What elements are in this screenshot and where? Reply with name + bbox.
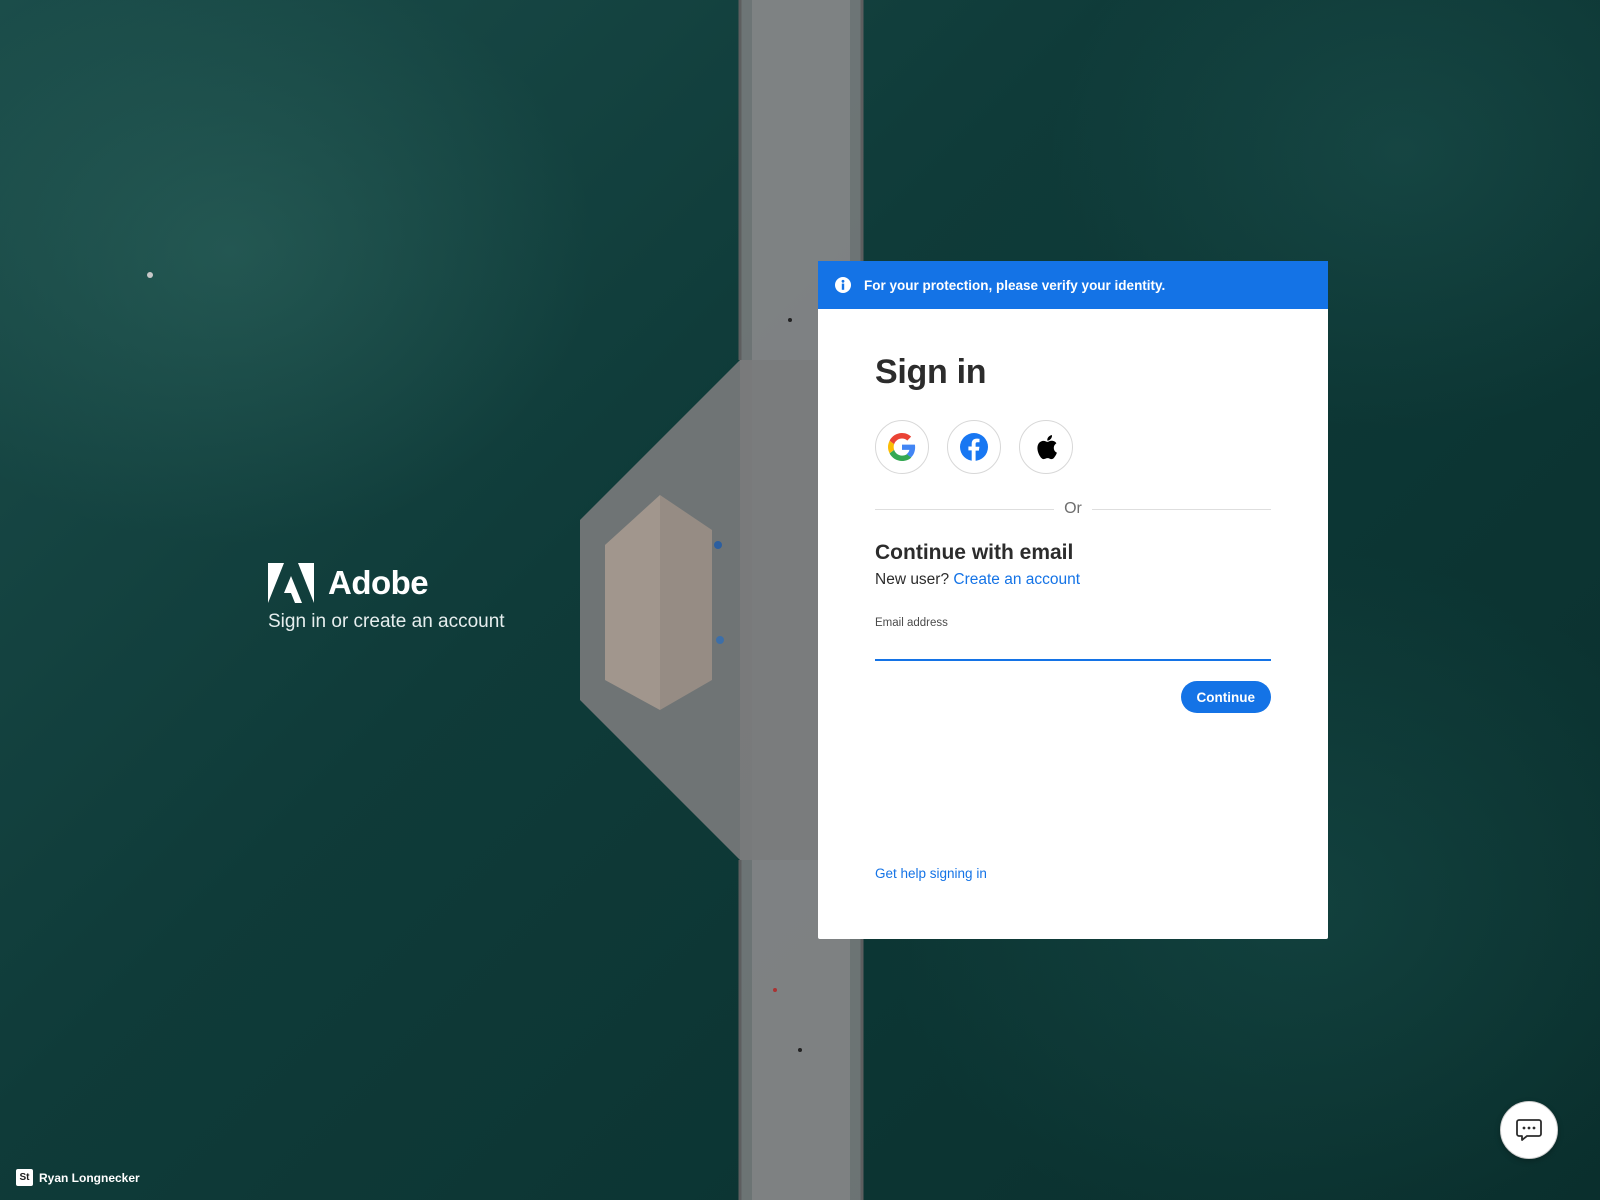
help-signin-link[interactable]: Get help signing in <box>875 866 987 881</box>
divider-text: Or <box>1064 500 1082 517</box>
create-account-link[interactable]: Create an account <box>953 571 1080 588</box>
banner-text: For your protection, please verify your … <box>864 277 1166 293</box>
facebook-signin-button[interactable] <box>947 420 1001 474</box>
new-user-prompt: New user? Create an account <box>875 571 1271 589</box>
divider-line <box>875 508 1055 510</box>
chat-button[interactable] <box>1500 1101 1558 1159</box>
adobe-logo-icon <box>268 563 314 603</box>
brand-name: Adobe <box>328 564 429 601</box>
stock-badge-icon: St <box>16 1169 33 1186</box>
google-icon <box>888 433 916 461</box>
email-field[interactable] <box>875 631 1271 661</box>
brand-row: Adobe <box>268 563 568 603</box>
apple-icon <box>1037 435 1057 460</box>
credit-author: Ryan Longnecker <box>39 1170 140 1185</box>
facebook-icon <box>960 433 988 461</box>
divider-line <box>1091 508 1271 510</box>
email-field-group: Email address <box>875 613 1271 661</box>
info-icon <box>835 277 851 293</box>
background-image <box>0 0 1600 1200</box>
or-divider: Or <box>875 499 1271 519</box>
verification-banner: For your protection, please verify your … <box>818 261 1328 309</box>
page-title: Sign in <box>875 353 987 391</box>
continue-with-email-heading: Continue with email <box>875 541 1074 564</box>
new-user-text: New user? <box>875 571 950 588</box>
social-login-row <box>875 420 1271 474</box>
brand-tagline: Sign in or create an account <box>268 611 505 632</box>
signin-card: For your protection, please verify your … <box>818 261 1328 939</box>
pier-illustration <box>147 0 864 1200</box>
google-signin-button[interactable] <box>875 420 929 474</box>
signin-form: Sign in Or Continue with email New user?… <box>818 309 1328 939</box>
chat-icon <box>1516 1119 1542 1141</box>
brand-block: Adobe Sign in or create an account <box>268 563 568 633</box>
photo-credit[interactable]: St Ryan Longnecker <box>16 1169 140 1186</box>
continue-row: Continue <box>875 681 1271 713</box>
continue-button[interactable]: Continue <box>1180 681 1271 713</box>
email-label: Email address <box>875 617 948 629</box>
apple-signin-button[interactable] <box>1019 420 1073 474</box>
